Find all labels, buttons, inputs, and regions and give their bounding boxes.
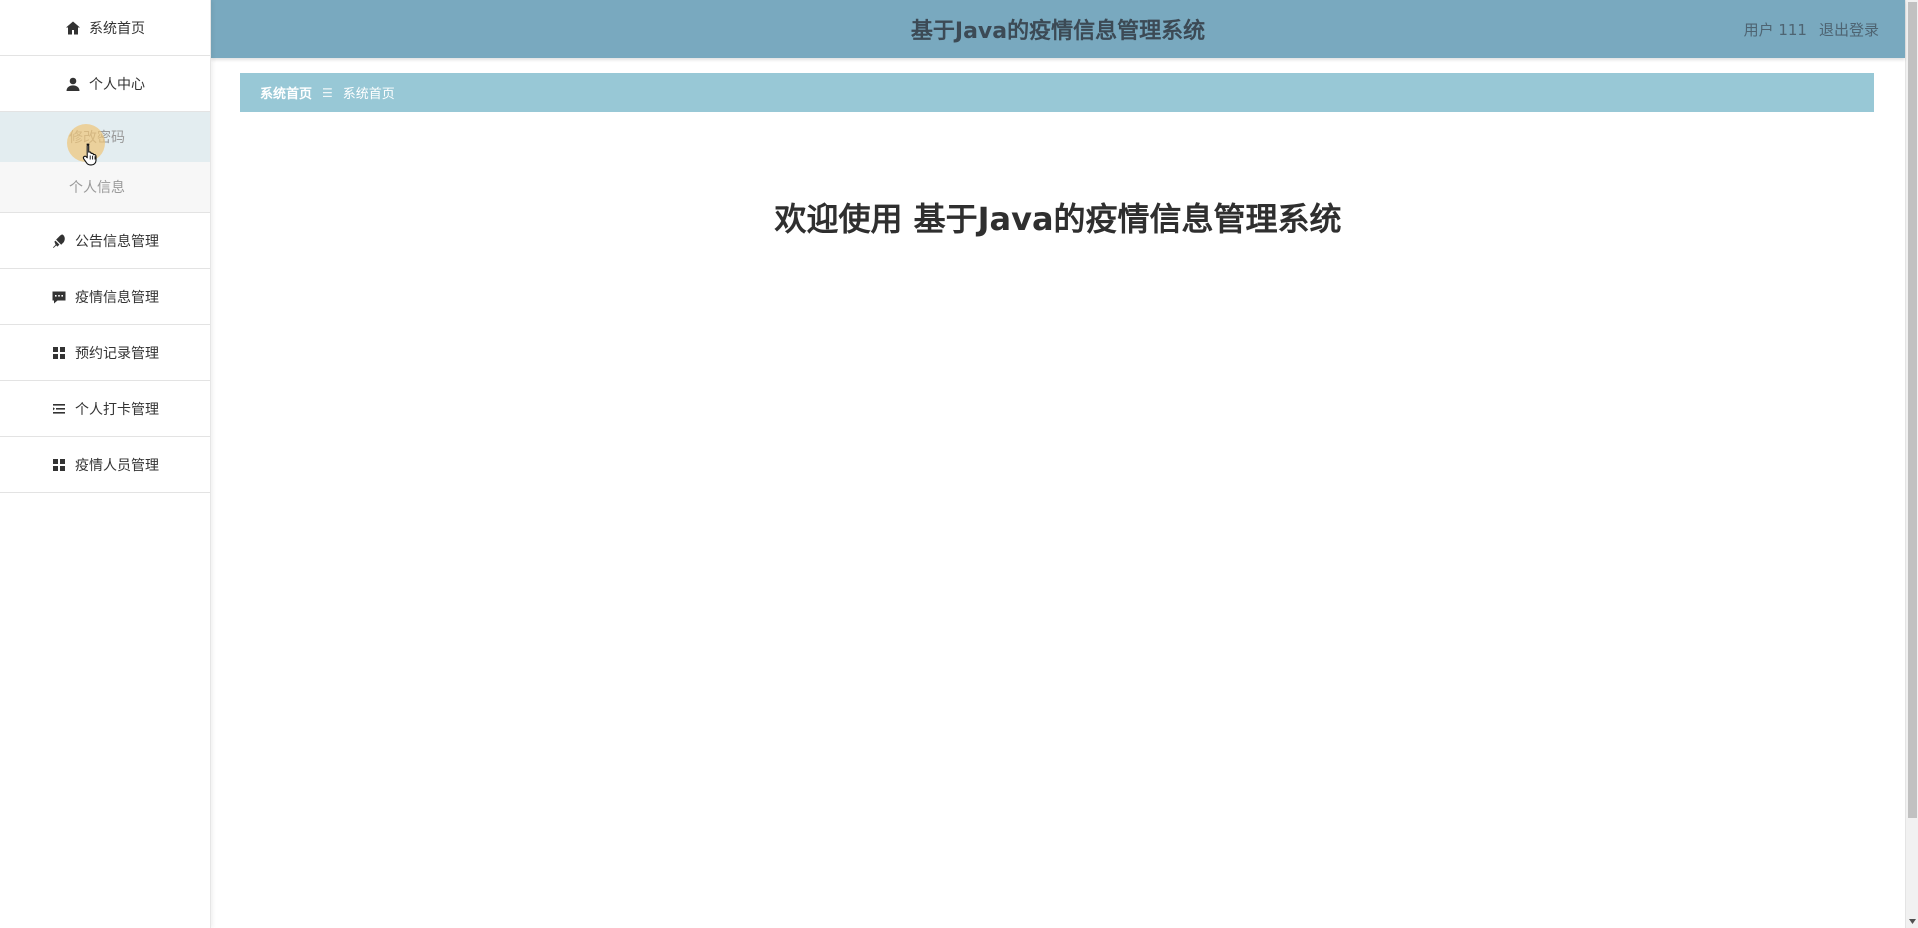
breadcrumb-home-link[interactable]: 系统首页 xyxy=(260,83,312,102)
app-root: 系统首页 个人中心 修改密码 个人信息 公告信息管理 xyxy=(0,0,1918,928)
scroll-down-arrow-icon[interactable] xyxy=(1908,916,1917,926)
vertical-scrollbar[interactable] xyxy=(1905,0,1918,928)
sidebar-item-personal-center[interactable]: 个人中心 xyxy=(0,56,210,112)
sidebar-item-label: 个人打卡管理 xyxy=(75,401,159,418)
logout-link[interactable]: 退出登录 xyxy=(1819,19,1879,40)
app-title: 基于Java的疫情信息管理系统 xyxy=(910,19,1206,44)
mouse-cursor xyxy=(67,124,107,166)
current-user: 用户 111 xyxy=(1743,20,1807,39)
list-icon xyxy=(51,401,67,417)
sidebar: 系统首页 个人中心 修改密码 个人信息 公告信息管理 xyxy=(0,0,211,928)
grid-icon xyxy=(51,457,67,473)
sidebar-item-label: 个人中心 xyxy=(89,76,145,93)
top-header: 基于Java的疫情信息管理系统 用户 111 退出登录 xyxy=(211,0,1905,58)
sidebar-item-checkin[interactable]: 个人打卡管理 xyxy=(0,381,210,437)
sidebar-item-label: 疫情人员管理 xyxy=(75,457,159,474)
sidebar-item-appointments[interactable]: 预约记录管理 xyxy=(0,325,210,381)
sidebar-item-label: 公告信息管理 xyxy=(75,233,159,250)
sidebar-item-announcements[interactable]: 公告信息管理 xyxy=(0,213,210,269)
sidebar-item-epidemic-personnel[interactable]: 疫情人员管理 xyxy=(0,437,210,493)
message-icon xyxy=(51,289,67,305)
sidebar-item-epidemic-info[interactable]: 疫情信息管理 xyxy=(0,269,210,325)
sidebar-item-label: 系统首页 xyxy=(89,20,145,37)
submenu-item-personal-info[interactable]: 个人信息 xyxy=(0,162,210,212)
user-icon xyxy=(65,76,81,92)
grid-icon xyxy=(51,345,67,361)
scrollbar-thumb[interactable] xyxy=(1908,2,1917,818)
pin-icon xyxy=(51,233,67,249)
home-icon xyxy=(65,20,81,36)
breadcrumb-separator-icon: ☰ xyxy=(322,85,333,100)
hand-pointer-icon xyxy=(82,143,97,166)
breadcrumb-current: 系统首页 xyxy=(342,87,395,102)
breadcrumb: 系统首页 ☰ 系统首页 xyxy=(240,73,1874,112)
welcome-heading: 欢迎使用 基于Java的疫情信息管理系统 xyxy=(774,200,1342,238)
user-area: 用户 111 退出登录 xyxy=(1744,0,1879,58)
sidebar-item-label: 预约记录管理 xyxy=(75,345,159,362)
sidebar-item-home[interactable]: 系统首页 xyxy=(0,0,210,56)
submenu-item-label: 个人信息 xyxy=(69,180,125,196)
sidebar-item-label: 疫情信息管理 xyxy=(75,289,159,306)
